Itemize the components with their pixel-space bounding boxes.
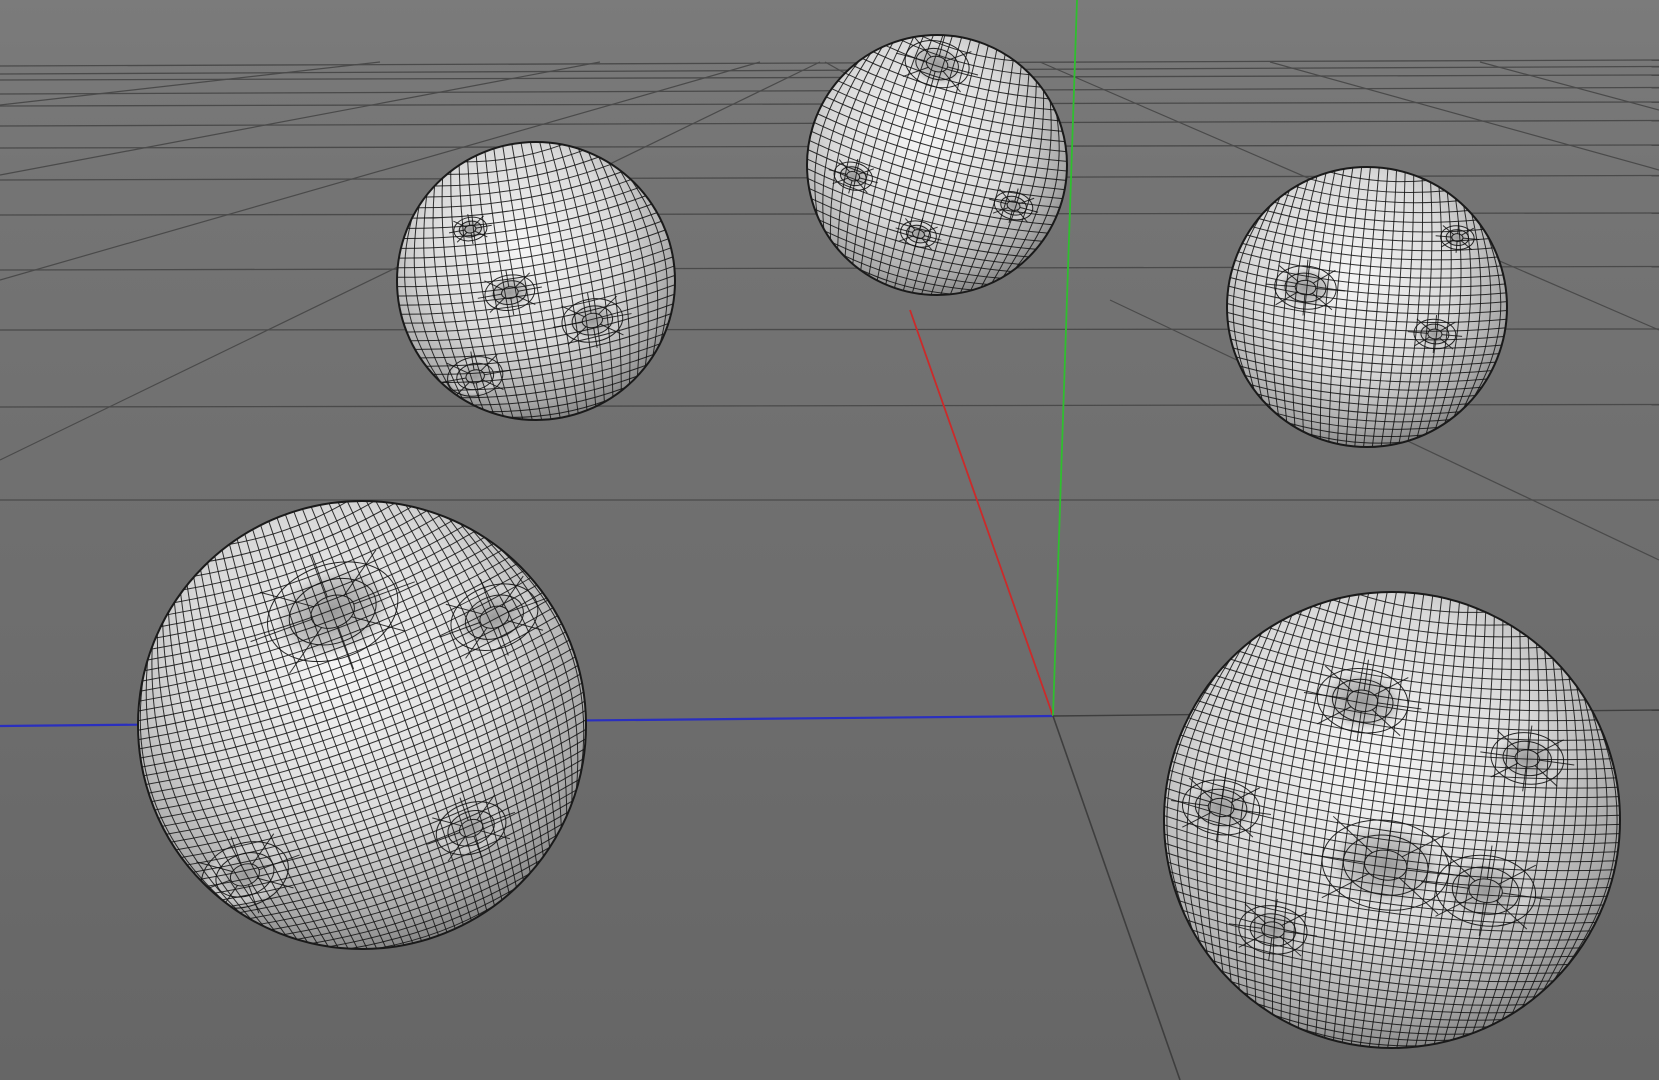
grid-line: [0, 61, 381, 106]
deformed-sphere-icon[interactable]: [351, 116, 721, 446]
deformed-sphere-icon[interactable]: [756, 0, 1118, 330]
mesh-wireframe: [1215, 166, 1519, 448]
y-axis-line: [1052, 0, 1078, 717]
ground-diagonal-line: [1052, 715, 1181, 1080]
grid-line: [1269, 61, 1659, 171]
3d-viewport[interactable]: [0, 0, 1659, 1080]
viewport-scene[interactable]: [0, 0, 1659, 1080]
deformed-sphere-icon[interactable]: [1095, 557, 1659, 1080]
grid-line: [0, 65, 1659, 75]
x-axis-line: [909, 309, 1054, 717]
grid-line: [0, 74, 1659, 81]
deformed-sphere-icon[interactable]: [1191, 153, 1543, 461]
